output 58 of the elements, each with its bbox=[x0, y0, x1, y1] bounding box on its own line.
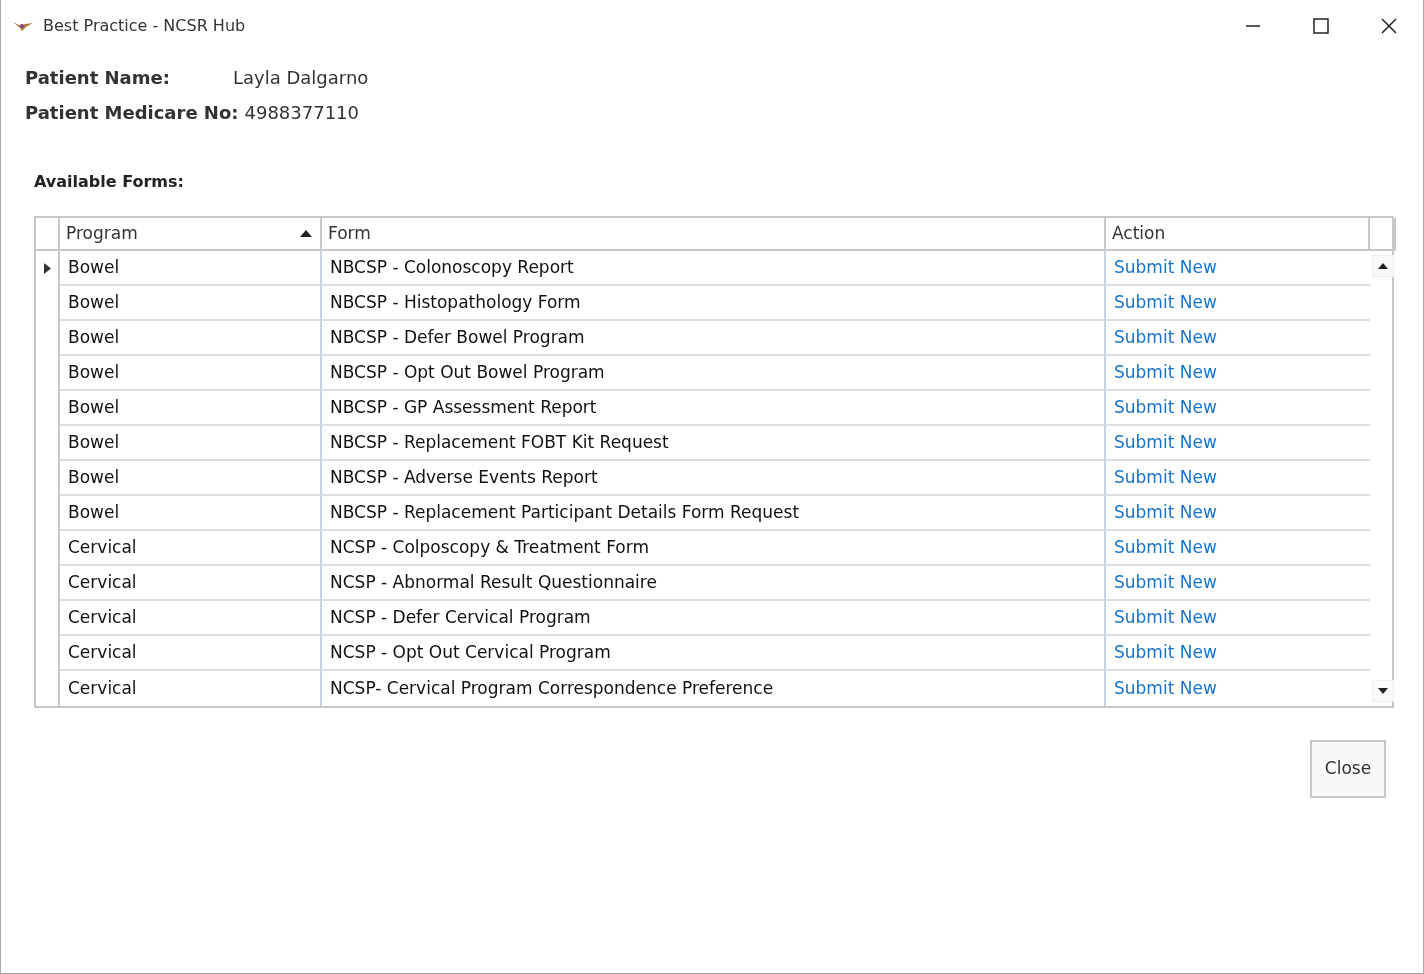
table-cell: Cervical bbox=[60, 531, 322, 566]
table-cell: NCSP- Cervical Program Correspondence Preference bbox=[322, 671, 1106, 706]
submit-new-link[interactable]: Submit New bbox=[1114, 394, 1217, 421]
table-cell: Cervical bbox=[60, 671, 322, 706]
down-arrow-icon bbox=[1378, 688, 1388, 694]
submit-new-link[interactable]: Submit New bbox=[1114, 254, 1217, 281]
close-icon bbox=[1381, 18, 1397, 34]
current-row-icon bbox=[43, 263, 51, 274]
scroll-down-button[interactable] bbox=[1372, 680, 1394, 702]
submit-new-link[interactable]: Submit New bbox=[1114, 499, 1217, 526]
submit-new-link[interactable]: Submit New bbox=[1114, 464, 1217, 491]
table-cell: NBCSP - GP Assessment Report bbox=[322, 391, 1106, 426]
table-cell: NBCSP - Histopathology Form bbox=[322, 286, 1106, 321]
close-button[interactable]: Close bbox=[1310, 740, 1386, 798]
sort-arrow-icon bbox=[300, 230, 312, 237]
submit-new-link[interactable]: Submit New bbox=[1114, 569, 1217, 596]
maximize-icon bbox=[1313, 18, 1329, 34]
table-cell: Bowel bbox=[60, 426, 322, 461]
table-cell: Bowel bbox=[60, 391, 322, 426]
table-cell: NBCSP - Defer Bowel Program bbox=[322, 321, 1106, 356]
window-title: Best Practice - NCSR Hub bbox=[43, 15, 246, 37]
column-header[interactable]: Program bbox=[60, 218, 322, 251]
submit-new-link[interactable]: Submit New bbox=[1114, 675, 1217, 702]
submit-new-link[interactable]: Submit New bbox=[1114, 359, 1217, 386]
up-arrow-icon bbox=[1378, 263, 1388, 269]
table-cell: NCSP - Abnormal Result Questionnaire bbox=[322, 566, 1106, 601]
minimize-icon bbox=[1245, 25, 1261, 27]
table-cell: NCSP - Opt Out Cervical Program bbox=[322, 636, 1106, 671]
submit-new-link[interactable]: Submit New bbox=[1114, 289, 1217, 316]
submit-new-link[interactable]: Submit New bbox=[1114, 429, 1217, 456]
table-cell: Bowel bbox=[60, 321, 322, 356]
table-cell: Cervical bbox=[60, 566, 322, 601]
table-cell: Bowel bbox=[60, 251, 322, 286]
table-cell: Bowel bbox=[60, 496, 322, 531]
table-cell: NBCSP - Replacement Participant Details Form Request bbox=[322, 496, 1106, 531]
field-label: Patient Name: bbox=[25, 66, 171, 90]
submit-new-link[interactable]: Submit New bbox=[1114, 324, 1217, 351]
submit-new-link[interactable]: Submit New bbox=[1114, 534, 1217, 561]
field-label: Patient Medicare No: bbox=[25, 101, 240, 125]
available-forms-label: Available Forms: bbox=[34, 171, 185, 193]
table-cell: NCSP - Colposcopy & Treatment Form bbox=[322, 531, 1106, 566]
table-cell: Cervical bbox=[60, 601, 322, 636]
table-cell: NBCSP - Replacement FOBT Kit Request bbox=[322, 426, 1106, 461]
table-cell: NBCSP - Opt Out Bowel Program bbox=[322, 356, 1106, 391]
table-cell: Bowel bbox=[60, 356, 322, 391]
column-header[interactable]: Form bbox=[322, 218, 1106, 251]
field-value: Layla Dalgarno bbox=[233, 66, 369, 90]
field-value: 4988377110 bbox=[244, 101, 360, 125]
table-cell: NCSP - Defer Cervical Program bbox=[322, 601, 1106, 636]
table-cell: NBCSP - Adverse Events Report bbox=[322, 461, 1106, 496]
table-cell: Cervical bbox=[60, 636, 322, 671]
table-cell: NBCSP - Colonoscopy Report bbox=[322, 251, 1106, 286]
table-cell: Bowel bbox=[60, 461, 322, 496]
submit-new-link[interactable]: Submit New bbox=[1114, 639, 1217, 666]
table-cell: Bowel bbox=[60, 286, 322, 321]
scroll-up-button[interactable] bbox=[1372, 255, 1394, 277]
column-header[interactable]: Action bbox=[1106, 218, 1370, 251]
submit-new-link[interactable]: Submit New bbox=[1114, 604, 1217, 631]
